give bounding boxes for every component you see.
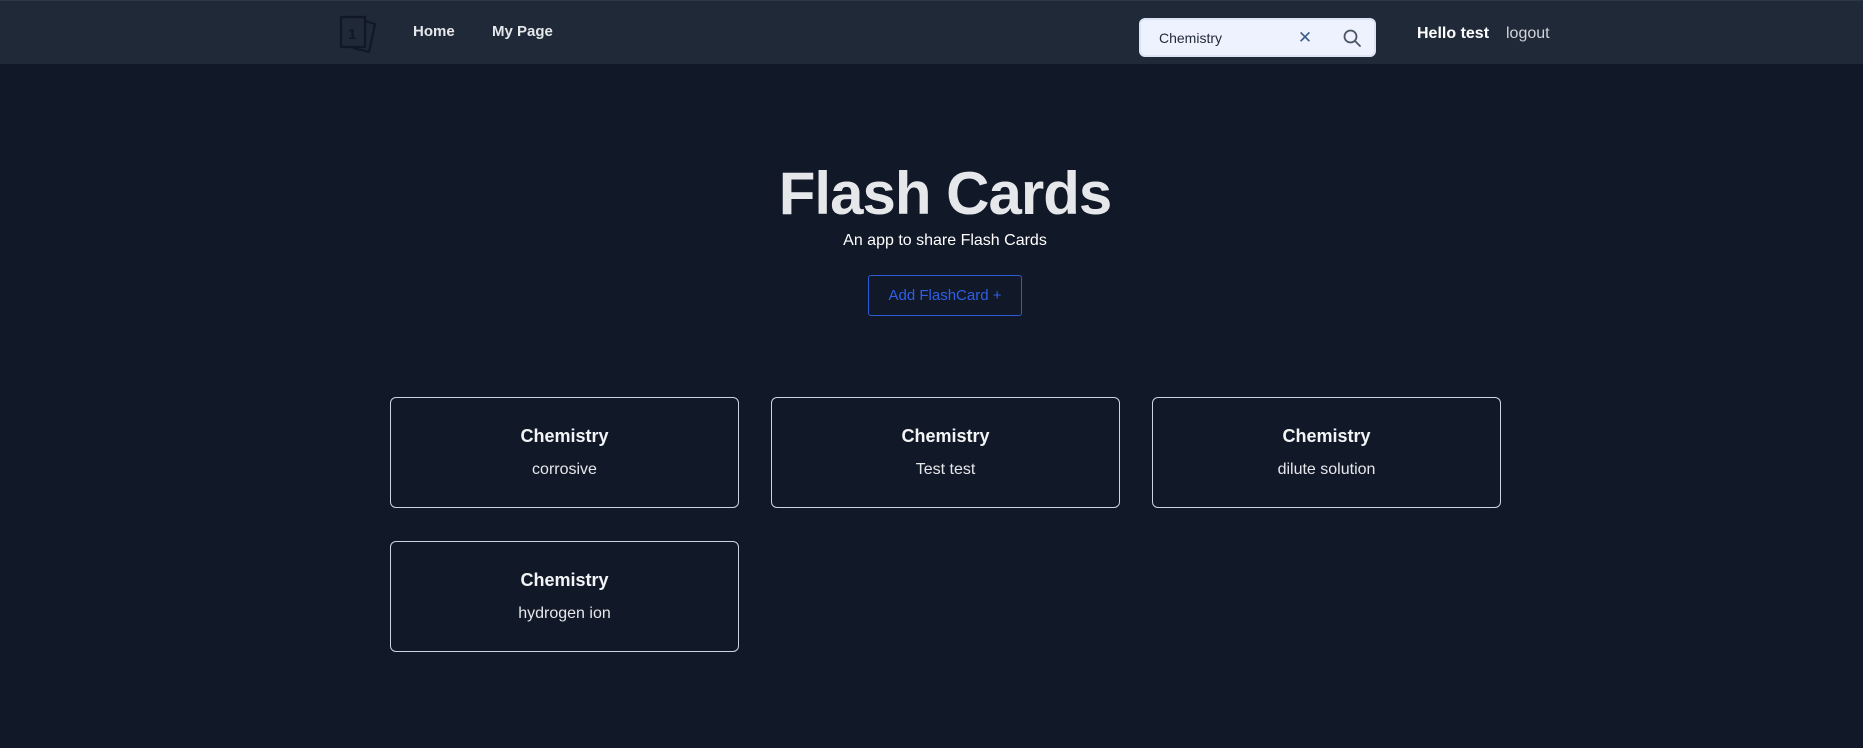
card-text: hydrogen ion xyxy=(518,605,611,622)
add-flashcard-button[interactable]: Add FlashCard + xyxy=(868,275,1022,316)
card-title: Chemistry xyxy=(1282,426,1371,446)
search-input[interactable] xyxy=(1159,28,1279,48)
card-text: dilute solution xyxy=(1277,461,1376,478)
card-text: corrosive xyxy=(532,461,597,478)
page-title: Flash Cards xyxy=(778,160,1112,227)
logout-link[interactable]: logout xyxy=(1506,25,1550,43)
user-greeting: Hello test xyxy=(1417,25,1490,42)
card-text: Test test xyxy=(915,461,976,478)
flash-card[interactable]: Chemistry dilute solution xyxy=(1152,397,1501,508)
flash-card[interactable]: Chemistry hydrogen ion xyxy=(390,541,739,652)
page-subtitle: An app to share Flash Cards xyxy=(843,232,1047,249)
logo-glyph: 1 xyxy=(348,26,356,43)
flash-cards-logo-icon[interactable]: 1 xyxy=(339,15,377,53)
card-title: Chemistry xyxy=(520,570,609,590)
flash-card[interactable]: Chemistry corrosive xyxy=(390,397,739,508)
navbar: 1 Home My Page ✕ Hello test logout xyxy=(0,0,1863,64)
close-icon[interactable]: ✕ xyxy=(1296,28,1314,48)
flash-card[interactable]: Chemistry Test test xyxy=(771,397,1120,508)
card-title: Chemistry xyxy=(901,426,990,446)
search-box: ✕ xyxy=(1139,18,1376,57)
nav-my-page-link[interactable]: My Page xyxy=(492,23,553,40)
card-title: Chemistry xyxy=(520,426,609,446)
nav-home-link[interactable]: Home xyxy=(413,23,455,40)
search-icon[interactable] xyxy=(1342,28,1362,48)
